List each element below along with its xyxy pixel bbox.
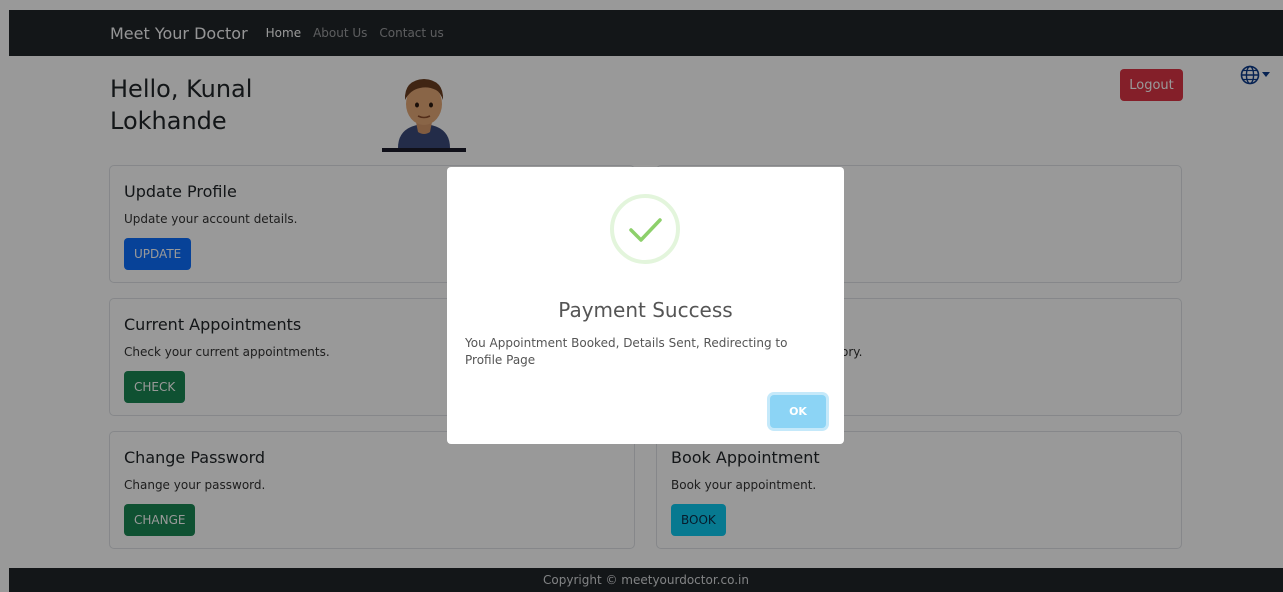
ok-button[interactable]: OK: [770, 395, 826, 428]
dialog-title: Payment Success: [558, 298, 733, 322]
payment-success-dialog: Payment Success You Appointment Booked, …: [447, 167, 844, 444]
dialog-message: You Appointment Booked, Details Sent, Re…: [465, 336, 788, 367]
success-check-icon: [610, 194, 680, 264]
